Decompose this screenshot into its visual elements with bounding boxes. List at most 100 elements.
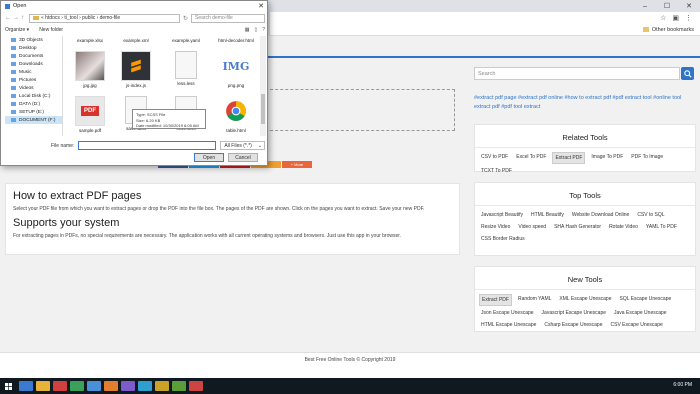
tool-link[interactable]: Csharp Escape Unescape [542,320,604,330]
tool-link[interactable]: Extract PDF [552,152,586,164]
taskbar-app-icon[interactable] [172,381,186,391]
tool-link[interactable]: Image To PDF [589,152,625,164]
tool-link[interactable]: Javascript Beautify [479,210,525,220]
sublime-icon [121,51,151,81]
tool-link[interactable]: YAML To PDF [644,222,679,232]
forward-arrow-icon[interactable]: → [13,15,19,21]
other-bookmarks[interactable]: Other bookmarks [643,27,694,33]
dialog-close-icon[interactable]: ✕ [258,2,264,10]
taskbar-app-icon[interactable] [70,381,84,391]
nav-item[interactable]: Documents [5,52,62,60]
tool-link[interactable]: HTML Escape Unescape [479,320,538,330]
minimize-icon[interactable]: – [634,0,656,12]
tool-link[interactable]: CSV to PDF [479,152,510,164]
file-item[interactable]: example.xlsx [67,36,113,43]
nav-item-label: Music [19,69,32,75]
taskbar-app-icon[interactable] [36,381,50,391]
taskbar-app-icon[interactable] [121,381,135,391]
file-item[interactable]: html-decoder.html [213,36,259,43]
nav-item[interactable]: Music [5,68,62,76]
file-item[interactable]: js-index.js [113,51,159,88]
tool-link[interactable]: Excel To PDF [514,152,548,164]
dialog-title: Open [13,3,27,9]
tool-link[interactable]: Website Download Online [570,210,631,220]
star-icon[interactable]: ☆ [660,14,666,22]
taskbar-app-icon[interactable] [155,381,169,391]
file-item[interactable]: PDF sample.pdf [67,96,113,133]
dialog-path: « htdocs › ti_tool › public › demo-file [41,15,121,21]
dialog-address-row: ← → ↑ « htdocs › ti_tool › public › demo… [5,13,265,23]
address-bar[interactable]: ☆ ▣ ⋮ [270,12,700,25]
dialog-scrollbar[interactable] [260,36,266,136]
nav-item-label: DOCUMENT (F:) [19,117,56,123]
organize-button[interactable]: Organize ▾ [5,27,29,33]
tool-link[interactable]: SQL Escape Unescape [617,294,673,306]
nav-item[interactable]: Pictures [5,76,62,84]
tag-list[interactable]: #extract pdf page #extract pdf online #h… [474,94,694,112]
file-type-select[interactable]: All Files (*.*) ⌄ [220,141,265,150]
nav-item[interactable]: DOCUMENT (F:) [5,116,62,124]
up-arrow-icon[interactable]: ↑ [21,15,26,21]
preview-pane-icon[interactable]: ▯ [254,27,257,33]
nav-item[interactable]: Local Disk (C:) [5,92,62,100]
file-item[interactable]: table.html [213,96,259,133]
nav-item[interactable]: Downloads [5,60,62,68]
nav-item[interactable]: Desktop [5,44,62,52]
view-options-icon[interactable]: ▦ [245,27,250,33]
nav-item[interactable]: DATA (D:) [5,100,62,108]
tool-link[interactable]: CSV Escape Unescape [609,320,665,330]
tool-link[interactable]: Resize Video [479,222,512,232]
file-item[interactable]: example.yaml [163,36,209,43]
share-button[interactable]: + More [282,161,312,168]
tool-link[interactable]: Rotate Video [607,222,640,232]
taskbar-app-icon[interactable] [138,381,152,391]
scroll-thumb[interactable] [261,94,265,124]
back-arrow-icon[interactable]: ← [5,15,11,21]
dialog-search-input[interactable]: Search demo-file [191,13,265,23]
tool-link[interactable]: Video speed [516,222,548,232]
file-item[interactable]: IMG png.png [213,51,259,89]
new-tools-title: New Tools [475,267,695,290]
taskbar-app-icon[interactable] [189,381,203,391]
nav-item[interactable]: SETUP (E:) [5,108,62,116]
tool-link[interactable]: Java Escape Unescape [612,308,669,318]
tool-link[interactable]: Extract PDF [479,294,512,306]
extension-icon[interactable]: ▣ [672,14,679,22]
file-item[interactable]: jpg.jpg [67,51,113,88]
taskbar-app-icon[interactable] [87,381,101,391]
drive-folder-icon [11,70,16,74]
file-item[interactable]: example.xml [113,36,159,43]
menu-icon[interactable]: ⋮ [685,14,692,22]
file-item[interactable]: less.less [163,51,209,86]
related-tools-list: CSV to PDF Excel To PDF Extract PDF Image T… [479,152,691,176]
tool-link[interactable]: PDF To Image [629,152,665,164]
tool-link[interactable]: HTML Beautify [529,210,566,220]
maximize-icon[interactable]: ☐ [656,0,678,12]
tool-link[interactable]: Javascript Escape Unescape [540,308,608,318]
nav-item[interactable]: 3D Objects [5,36,62,44]
open-button[interactable]: Open [194,153,224,162]
taskbar-app-icon[interactable] [19,381,33,391]
file-name-input[interactable] [78,141,217,150]
new-folder-button[interactable]: New folder [39,27,63,33]
search-input[interactable]: Search [474,67,680,80]
refresh-icon[interactable]: ↻ [183,15,188,22]
dialog-path-bar[interactable]: « htdocs › ti_tool › public › demo-file [29,13,180,23]
help-icon[interactable]: ? [262,27,265,33]
tool-link[interactable]: Random YAML [516,294,553,306]
cancel-button[interactable]: Cancel [228,153,258,162]
taskbar-app-icon[interactable] [53,381,67,391]
start-button[interactable] [0,378,16,394]
nav-item[interactable]: Videos [5,84,62,92]
search-button[interactable] [681,67,694,80]
taskbar-app-icon[interactable] [104,381,118,391]
tool-link[interactable]: CSV to SQL [635,210,666,220]
tool-link[interactable]: Json Escape Unescape [479,308,536,318]
close-icon[interactable]: ✕ [678,0,700,12]
tool-link[interactable]: CSS Border Radius [479,234,527,244]
pdf-drop-zone[interactable] [260,89,455,131]
tool-link[interactable]: XML Escape Unescape [557,294,613,306]
tool-link[interactable]: SHA Hash Generator [552,222,603,232]
file-name: png.png [227,83,245,88]
tool-link[interactable]: TCXT To PDF [479,166,514,176]
